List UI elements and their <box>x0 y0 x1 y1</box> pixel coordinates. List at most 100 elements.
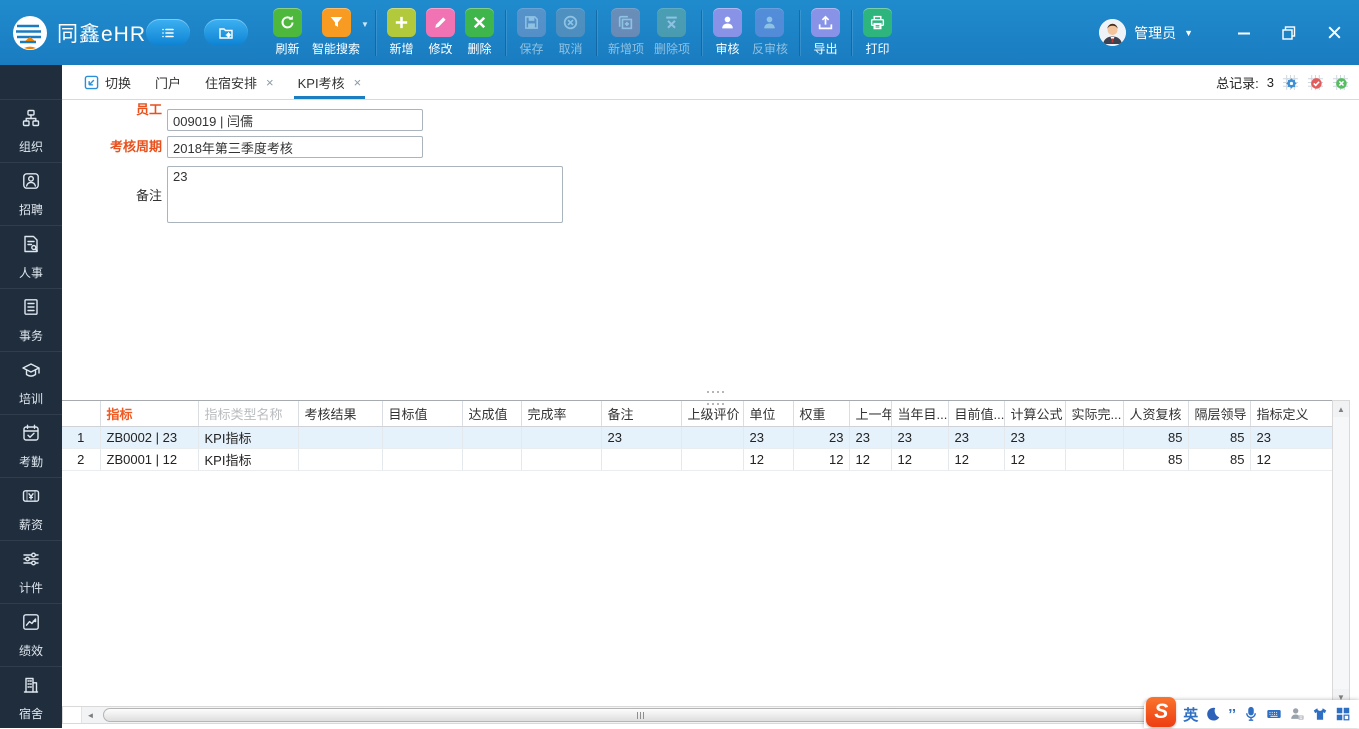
table-cell-current-target[interactable]: 12 <box>891 448 949 471</box>
sidebar-item-salary[interactable]: 薪资 <box>0 477 62 540</box>
column-header-current-target[interactable]: 当年目... <box>891 401 949 427</box>
column-header-formula[interactable]: 计算公式 <box>1004 401 1066 427</box>
print-button[interactable]: 打印 <box>858 8 897 57</box>
table-cell-current-value[interactable]: 23 <box>948 426 1005 449</box>
horizontal-scrollbar[interactable]: ◄ <box>62 706 1332 724</box>
grid-settings-icon[interactable] <box>1282 74 1299 91</box>
tab-accommodation[interactable]: 住宿安排 × <box>193 65 286 99</box>
table-cell-achieved[interactable] <box>462 448 522 471</box>
sidebar-item-recruit[interactable]: 招聘 <box>0 162 62 225</box>
table-cell-target[interactable] <box>382 426 463 449</box>
table-cell-actual[interactable] <box>1065 426 1124 449</box>
remark-field[interactable]: 23 <box>167 166 563 223</box>
table-cell-target[interactable] <box>382 448 463 471</box>
table-cell-remark[interactable] <box>601 448 682 471</box>
sidebar-item-affairs[interactable]: 事务 <box>0 288 62 351</box>
table-cell-indicator-type[interactable]: KPI指标 <box>198 426 299 449</box>
column-header-actual[interactable]: 实际完... <box>1065 401 1124 427</box>
skin-tshirt-icon[interactable] <box>1312 706 1328 722</box>
person-badge-icon[interactable] <box>1289 706 1305 722</box>
table-cell-result[interactable] <box>298 426 383 449</box>
table-cell-superior-eval[interactable] <box>681 448 744 471</box>
search-dropdown-caret-icon[interactable]: ▼ <box>361 20 369 29</box>
column-header-last-year[interactable]: 上一年... <box>849 401 892 427</box>
tab-portal[interactable]: 门户 <box>143 65 193 99</box>
moon-icon[interactable] <box>1205 706 1221 722</box>
column-header-completion[interactable]: 完成率 <box>521 401 602 427</box>
restore-button[interactable] <box>1280 24 1298 42</box>
minimize-button[interactable] <box>1235 24 1253 42</box>
table-cell-result[interactable] <box>298 448 383 471</box>
smart-search-button[interactable]: 智能搜索 <box>307 8 365 57</box>
table-cell-achieved[interactable] <box>462 426 522 449</box>
avatar[interactable] <box>1099 19 1127 46</box>
scroll-up-icon[interactable]: ▲ <box>1333 401 1349 417</box>
edit-button[interactable]: 修改 <box>421 8 460 57</box>
table-cell-weight[interactable]: 12 <box>793 448 850 471</box>
tab-kpi[interactable]: KPI考核 × <box>286 65 374 99</box>
column-header-weight[interactable]: 权重 <box>793 401 850 427</box>
punct-icon[interactable]: ’’ <box>1228 706 1236 723</box>
table-cell-unit[interactable]: 23 <box>743 426 794 449</box>
scrollbar-thumb[interactable] <box>103 708 1178 722</box>
keyboard-icon[interactable] <box>1266 706 1282 722</box>
sidebar-item-org[interactable]: 组织 <box>0 99 62 162</box>
table-cell-formula[interactable]: 12 <box>1004 448 1066 471</box>
employee-field[interactable] <box>167 109 423 131</box>
user-name[interactable]: 管理员 <box>1134 23 1176 43</box>
refresh-button[interactable]: 刷新 <box>268 8 307 57</box>
table-cell-formula[interactable]: 23 <box>1004 426 1066 449</box>
scroll-left-icon[interactable]: ◄ <box>82 707 99 723</box>
table-cell-hr-review[interactable]: 85 <box>1123 448 1189 471</box>
table-cell-definition[interactable]: 12 <box>1250 448 1333 471</box>
column-header-definition[interactable]: 指标定义 <box>1250 401 1333 427</box>
audit-button[interactable]: 审核 <box>708 8 747 57</box>
table-cell-skip-leader[interactable]: 85 <box>1188 426 1251 449</box>
table-cell-last-year[interactable]: 12 <box>849 448 892 471</box>
tab-switch[interactable]: 切换 <box>72 65 143 99</box>
sogou-logo-icon[interactable]: S <box>1146 697 1177 727</box>
table-cell-definition[interactable]: 23 <box>1250 426 1333 449</box>
table-row[interactable]: 1 ZB0002 | 23 KPI指标 23 23 23 23 23 23 23 85 85 23 <box>62 426 1333 449</box>
delete-button[interactable]: 删除 <box>460 8 499 57</box>
table-cell-weight[interactable]: 23 <box>793 426 850 449</box>
column-header-current-value[interactable]: 目前值... <box>948 401 1005 427</box>
menu-list-button[interactable] <box>146 19 191 46</box>
sidebar-item-dorm[interactable]: 宿舍 <box>0 666 62 729</box>
tab-close-icon[interactable]: × <box>354 75 362 90</box>
column-header-result[interactable]: 考核结果 <box>298 401 383 427</box>
sidebar-item-hr[interactable]: 人事 <box>0 225 62 288</box>
column-header-num[interactable] <box>62 401 101 427</box>
grid-squares-icon[interactable] <box>1335 706 1351 722</box>
table-row[interactable]: 2 ZB0001 | 12 KPI指标 12 12 12 12 12 12 85 85 12 <box>62 448 1333 471</box>
tab-close-icon[interactable]: × <box>266 75 274 90</box>
sidebar-item-piecework[interactable]: 计件 <box>0 540 62 603</box>
table-cell-superior-eval[interactable] <box>681 426 744 449</box>
vertical-scrollbar[interactable]: ▲ ▼ <box>1332 400 1350 706</box>
export-button[interactable]: 导出 <box>806 8 845 57</box>
table-cell-skip-leader[interactable]: 85 <box>1188 448 1251 471</box>
column-header-hr-review[interactable]: 人资复核 <box>1123 401 1189 427</box>
table-cell-completion[interactable] <box>521 426 602 449</box>
splitter-handle[interactable] <box>707 391 724 393</box>
row-number-cell[interactable]: 1 <box>62 426 101 449</box>
folder-settings-button[interactable] <box>204 19 249 46</box>
table-cell-indicator[interactable]: ZB0002 | 23 <box>100 426 199 449</box>
column-header-skip-leader[interactable]: 隔层领导 <box>1188 401 1251 427</box>
ime-language-toggle[interactable]: 英 <box>1183 704 1198 725</box>
period-field[interactable] <box>167 136 423 158</box>
row-number-cell[interactable]: 2 <box>62 448 101 471</box>
sidebar-item-attendance[interactable]: 考勤 <box>0 414 62 477</box>
table-cell-current-target[interactable]: 23 <box>891 426 949 449</box>
table-cell-indicator[interactable]: ZB0001 | 12 <box>100 448 199 471</box>
table-cell-unit[interactable]: 12 <box>743 448 794 471</box>
column-header-target[interactable]: 目标值 <box>382 401 463 427</box>
sidebar-item-training[interactable]: 培训 <box>0 351 62 414</box>
column-header-remark[interactable]: 备注 <box>601 401 682 427</box>
mic-icon[interactable] <box>1243 706 1259 722</box>
table-cell-completion[interactable] <box>521 448 602 471</box>
table-cell-current-value[interactable]: 12 <box>948 448 1005 471</box>
column-header-achieved[interactable]: 达成值 <box>462 401 522 427</box>
column-header-indicator[interactable]: 指标 <box>100 401 199 427</box>
splitter-handle[interactable] <box>707 403 724 405</box>
